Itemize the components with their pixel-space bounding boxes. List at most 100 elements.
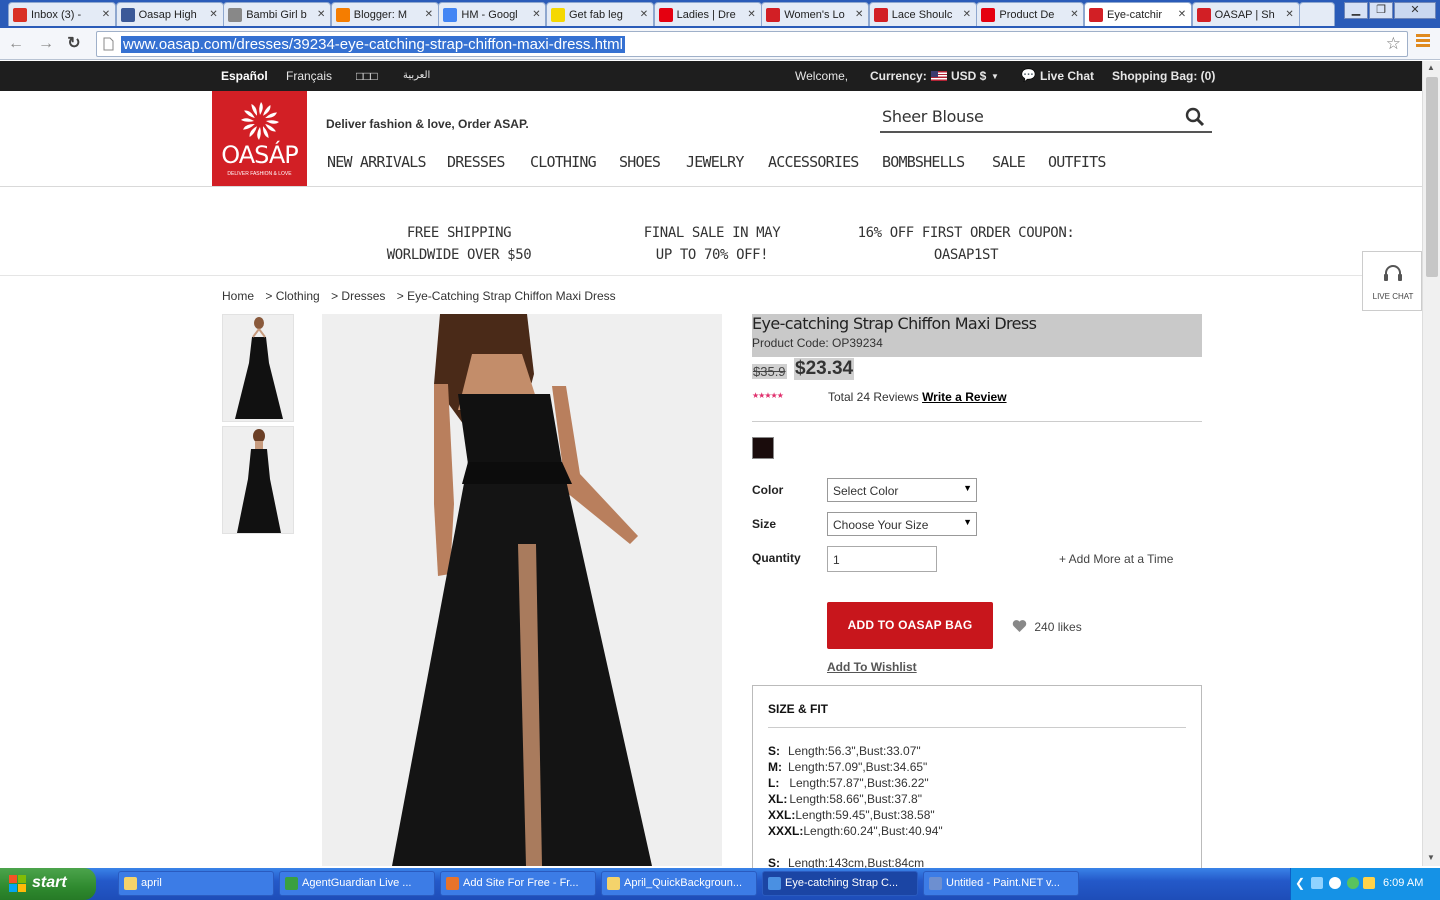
browser-tab[interactable]: Product De ✕ <box>976 2 1085 26</box>
shopping-bag-link[interactable]: Shopping Bag: (0) <box>1112 69 1215 83</box>
tray-expand-icon[interactable]: ❮ <box>1295 876 1305 890</box>
product-main-image[interactable] <box>322 314 722 866</box>
color-swatch-black[interactable] <box>752 437 774 459</box>
scroll-up-icon[interactable]: ▲ <box>1427 63 1435 72</box>
search-input[interactable]: Sheer Blouse <box>882 107 984 126</box>
search-box[interactable]: Sheer Blouse <box>880 103 1212 133</box>
promo-final-sale[interactable]: FINAL SALE IN MAY UP TO 70% OFF! <box>622 222 802 266</box>
browser-tab[interactable]: Oasap High ✕ <box>115 2 224 26</box>
add-to-wishlist-link[interactable]: Add To Wishlist <box>827 660 917 674</box>
promo-coupon[interactable]: 16% OFF FIRST ORDER COUPON: OASAP1ST <box>850 222 1082 266</box>
nav-dresses[interactable]: DRESSES <box>447 153 505 171</box>
scroll-down-icon[interactable]: ▼ <box>1427 853 1435 862</box>
forward-icon[interactable]: → <box>36 34 56 54</box>
browser-tab[interactable]: Ladies | Dre ✕ <box>653 2 762 26</box>
promo-line1: FREE SHIPPING <box>406 225 512 241</box>
back-icon[interactable]: ← <box>6 34 26 54</box>
network-icon[interactable] <box>1311 877 1323 889</box>
close-tab-icon[interactable]: ✕ <box>209 9 219 20</box>
nav-outfits[interactable]: OUTFITS <box>1048 153 1106 171</box>
live-chat-widget[interactable]: LIVE CHAT <box>1362 251 1422 311</box>
lang-arabic[interactable]: العربية <box>403 70 430 81</box>
reload-icon[interactable]: ↻ <box>64 34 84 54</box>
reviews-count[interactable]: Total 24 Reviews <box>828 390 919 404</box>
browser-tab[interactable]: Get fab leg ✕ <box>546 2 654 26</box>
taskbar-task[interactable]: Add Site For Free - Fr... <box>440 871 596 896</box>
add-to-bag-button[interactable]: ADD TO OASAP BAG <box>827 602 993 649</box>
close-tab-icon[interactable]: ✕ <box>1177 9 1187 20</box>
google-icon <box>443 7 458 22</box>
live-chat-link[interactable]: Live Chat <box>1040 69 1094 83</box>
close-tab-icon[interactable]: ✕ <box>639 9 649 20</box>
nav-bombshells[interactable]: BOMBSHELLS <box>882 153 965 171</box>
close-tab-icon[interactable]: ✕ <box>1069 9 1079 20</box>
oasap-logo[interactable]: OASÁP DELIVER FASHION & LOVE <box>212 91 307 186</box>
lang-other[interactable]: □□□ <box>356 69 378 83</box>
logo-petal <box>257 127 261 140</box>
taskbar-task[interactable]: AgentGuardian Live ... <box>279 871 435 896</box>
browser-tab[interactable]: HM - Googl ✕ <box>438 2 547 26</box>
taskbar-task[interactable]: Eye-catching Strap C... <box>762 871 918 896</box>
url-text[interactable]: www.oasap.com/dresses/39234-eye-catching… <box>121 36 625 53</box>
start-button[interactable]: start <box>0 868 96 900</box>
close-window-button[interactable]: ✕ <box>1394 2 1436 19</box>
color-select[interactable]: Select Color ▼ <box>827 478 977 502</box>
tray-app-icon[interactable] <box>1329 877 1341 889</box>
breadcrumb-dresses[interactable]: > Dresses <box>331 289 385 303</box>
taskbar-task[interactable]: Untitled - Paint.NET v... <box>923 871 1079 896</box>
taskbar-task[interactable]: april <box>118 871 274 896</box>
bookmark-star-icon[interactable]: ☆ <box>1386 34 1401 54</box>
heart-icon[interactable] <box>1012 619 1027 633</box>
nav-new-arrivals[interactable]: NEW ARRIVALS <box>327 153 427 171</box>
close-tab-icon[interactable]: ✕ <box>962 9 972 20</box>
close-tab-icon[interactable]: ✕ <box>531 9 541 20</box>
page-icon <box>103 37 114 51</box>
browser-tab[interactable]: Bambi Girl b ✕ <box>223 2 332 26</box>
product-thumbnail-back[interactable] <box>222 426 294 534</box>
quantity-input[interactable]: 1 <box>827 546 937 572</box>
windows-taskbar: start april AgentGuardian Live ... Add Sit… <box>0 868 1440 900</box>
nav-jewelry[interactable]: JEWELRY <box>686 153 744 171</box>
browser-tab[interactable]: OASAP | Sh ✕ <box>1191 2 1300 26</box>
nav-clothing[interactable]: CLOTHING <box>530 153 597 171</box>
close-tab-icon[interactable]: ✕ <box>424 9 434 20</box>
scroll-thumb[interactable] <box>1426 77 1438 277</box>
restore-button[interactable]: ❐ <box>1369 2 1393 19</box>
lang-espanol[interactable]: Español <box>221 69 268 83</box>
add-more-link[interactable]: + Add More at a Time <box>1059 552 1173 566</box>
currency-dropdown-icon[interactable]: ▼ <box>991 72 999 81</box>
close-tab-icon[interactable]: ✕ <box>747 9 757 20</box>
search-icon[interactable] <box>1185 107 1205 127</box>
page-scrollbar[interactable]: ▲ ▼ <box>1422 61 1440 866</box>
volume-icon[interactable] <box>1363 877 1375 889</box>
close-tab-icon[interactable]: ✕ <box>1285 9 1295 20</box>
close-tab-icon[interactable]: ✕ <box>854 9 864 20</box>
browser-tab-label: Ladies | Dre <box>676 8 736 21</box>
browser-tab[interactable]: Women's Lo ✕ <box>761 2 870 26</box>
nav-sale[interactable]: SALE <box>992 153 1026 171</box>
browser-tab[interactable]: Blogger: M ✕ <box>330 2 439 26</box>
browser-tab[interactable]: Eye-catchir ✕ <box>1084 2 1192 26</box>
logo-petal <box>259 102 263 115</box>
nav-shoes[interactable]: SHOES <box>619 153 661 171</box>
breadcrumb-clothing[interactable]: > Clothing <box>265 289 319 303</box>
taskbar-task[interactable]: April_QuickBackgroun... <box>601 871 757 896</box>
lang-francais[interactable]: Français <box>286 69 332 83</box>
size-select[interactable]: Choose Your Size ▼ <box>827 512 977 536</box>
promo-free-shipping[interactable]: FREE SHIPPING WORLDWIDE OVER $50 <box>369 222 549 266</box>
breadcrumb-home[interactable]: Home <box>222 289 254 303</box>
new-tab-button[interactable] <box>1299 2 1336 26</box>
close-tab-icon[interactable]: ✕ <box>101 9 111 20</box>
close-tab-icon[interactable]: ✕ <box>316 9 326 20</box>
browser-tab[interactable]: Inbox (3) - ✕ <box>8 2 116 26</box>
product-thumbnail-front[interactable] <box>222 314 294 422</box>
nav-accessories[interactable]: ACCESSORIES <box>768 153 859 171</box>
address-bar[interactable]: www.oasap.com/dresses/39234-eye-catching… <box>96 31 1408 57</box>
minimize-button[interactable]: ▁ <box>1344 2 1368 19</box>
menu-icon[interactable] <box>1416 34 1430 47</box>
security-icon[interactable] <box>1347 877 1359 889</box>
browser-tab-label: HM - Googl <box>461 8 518 21</box>
write-review-link[interactable]: Write a Review <box>922 390 1006 404</box>
currency-value[interactable]: USD $ <box>951 69 986 83</box>
browser-tab[interactable]: Lace Shoulc ✕ <box>868 2 977 26</box>
